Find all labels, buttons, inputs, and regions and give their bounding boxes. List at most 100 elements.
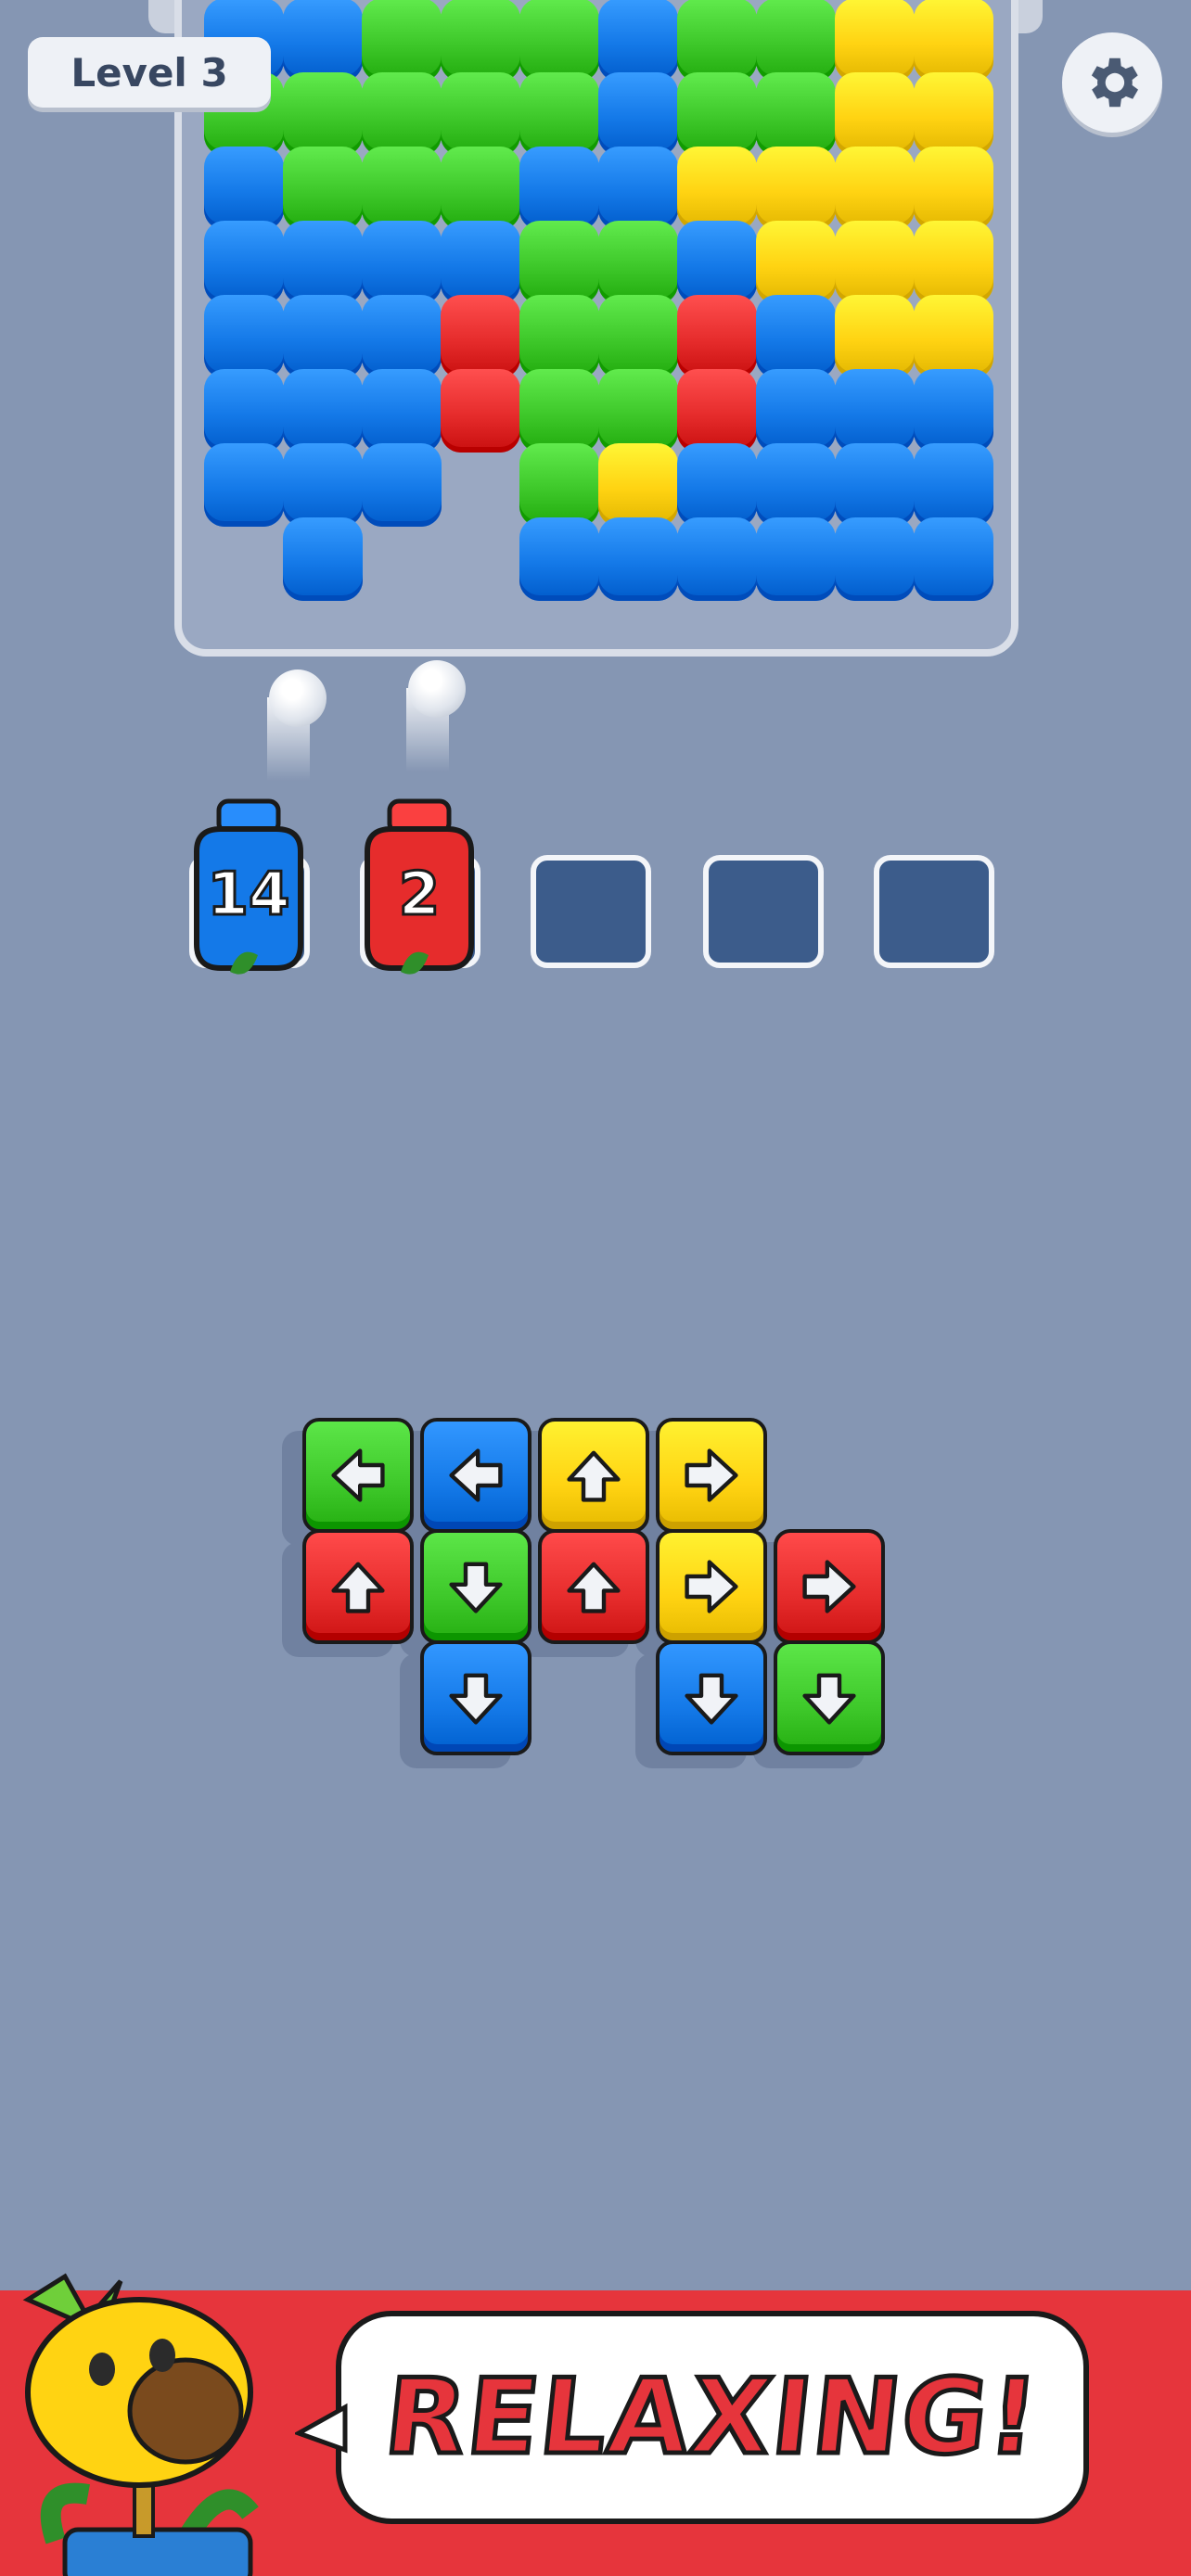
cube-yellow: [914, 72, 993, 156]
arrow-left-icon: [449, 1448, 503, 1502]
mascot-mouth: [127, 2357, 244, 2465]
cube-yellow: [835, 147, 915, 230]
cube-blue: [283, 295, 363, 378]
cube-blue: [204, 369, 284, 453]
cube-blue: [362, 221, 442, 304]
cube-blue: [204, 221, 284, 304]
cube-blue: [677, 443, 757, 527]
cube-green: [283, 147, 363, 230]
cube-blue: [756, 443, 836, 527]
arrow-down-icon: [449, 1673, 503, 1725]
cube-blue: [204, 147, 284, 230]
cube-board: [174, 0, 1018, 657]
cube-blue: [914, 443, 993, 527]
cube-blue: [677, 221, 757, 304]
cube-green: [519, 221, 599, 304]
cube-green: [519, 369, 599, 453]
cube-blue: [204, 443, 284, 527]
arrow-right-icon: [685, 1448, 738, 1502]
cube-blue: [756, 295, 836, 378]
cube-green: [362, 72, 442, 156]
cube-yellow: [835, 221, 915, 304]
cube-blue: [204, 295, 284, 378]
arrow-tile-red-right[interactable]: [774, 1529, 885, 1644]
cube-green: [598, 221, 678, 304]
cube-red: [441, 295, 520, 378]
cube-blue: [283, 0, 363, 82]
mascot-eye-right: [149, 2339, 175, 2372]
mascot-pot: [62, 2527, 253, 2576]
arrow-up-icon: [567, 1562, 621, 1613]
cube-blue: [835, 369, 915, 453]
shooter-count: 14: [206, 860, 291, 931]
cube-green: [677, 72, 757, 156]
shooter-slot[interactable]: [874, 855, 994, 968]
arrow-tile-yellow-up[interactable]: [538, 1418, 649, 1533]
arrow-tile-green-down[interactable]: [420, 1529, 531, 1644]
cube-yellow: [914, 295, 993, 378]
shooter-slot[interactable]: [703, 855, 824, 968]
arrow-up-icon: [331, 1562, 385, 1613]
arrow-tile-green-left[interactable]: [302, 1418, 414, 1533]
arrow-tile-green-down[interactable]: [774, 1640, 885, 1755]
cube-blue: [756, 369, 836, 453]
arrow-up-icon: [567, 1450, 621, 1502]
cube-blue: [598, 517, 678, 601]
cube-green: [519, 295, 599, 378]
cube-blue: [835, 517, 915, 601]
cube-blue: [283, 221, 363, 304]
cube-blue: [519, 147, 599, 230]
cube-blue: [598, 72, 678, 156]
arrow-right-icon: [685, 1560, 738, 1613]
shooter-slot[interactable]: [531, 855, 651, 968]
cube-blue: [835, 443, 915, 527]
speech-bubble: RELAXING!: [336, 2311, 1089, 2524]
cube-green: [362, 147, 442, 230]
plant-mascot: [22, 2273, 259, 2576]
mascot-eye-left: [89, 2353, 115, 2386]
arrow-tile-yellow-right[interactable]: [656, 1529, 767, 1644]
cube-green: [283, 72, 363, 156]
arrow-tile-red-up[interactable]: [538, 1529, 649, 1644]
cube-yellow: [914, 221, 993, 304]
arrow-right-icon: [802, 1560, 856, 1613]
arrow-tile-blue-down[interactable]: [656, 1640, 767, 1755]
cube-blue: [283, 369, 363, 453]
ball: [408, 660, 466, 718]
cube-yellow: [756, 147, 836, 230]
cube-blue: [441, 221, 520, 304]
cube-green: [598, 369, 678, 453]
cube-green: [519, 443, 599, 527]
arrow-down-icon: [685, 1673, 738, 1725]
shooter-red[interactable]: 2: [354, 796, 484, 975]
cube-green: [519, 72, 599, 156]
cube-yellow: [835, 295, 915, 378]
cube-blue: [519, 517, 599, 601]
cube-yellow: [835, 0, 915, 82]
cube-blue: [677, 517, 757, 601]
cube-green: [756, 72, 836, 156]
cube-green: [519, 0, 599, 82]
arrow-down-icon: [449, 1562, 503, 1613]
arrow-down-icon: [802, 1673, 856, 1725]
cube-yellow: [756, 221, 836, 304]
arrow-tile-blue-left[interactable]: [420, 1418, 531, 1533]
cube-green: [362, 0, 442, 82]
speech-bubble-tail: [295, 2403, 348, 2454]
cube-yellow: [598, 443, 678, 527]
arrow-tile-blue-down[interactable]: [420, 1640, 531, 1755]
level-label: Level 3: [70, 49, 228, 96]
settings-button[interactable]: [1062, 32, 1162, 133]
cube-yellow: [677, 147, 757, 230]
cube-blue: [756, 517, 836, 601]
cube-red: [677, 295, 757, 378]
shooter-blue[interactable]: 14: [184, 796, 314, 975]
shooter-count: 2: [397, 860, 442, 931]
arrow-tile-red-up[interactable]: [302, 1529, 414, 1644]
ball: [269, 670, 327, 727]
cube-blue: [914, 517, 993, 601]
cube-yellow: [914, 147, 993, 230]
arrow-tile-yellow-right[interactable]: [656, 1418, 767, 1533]
arrow-left-icon: [331, 1448, 385, 1502]
cube-blue: [362, 443, 442, 527]
